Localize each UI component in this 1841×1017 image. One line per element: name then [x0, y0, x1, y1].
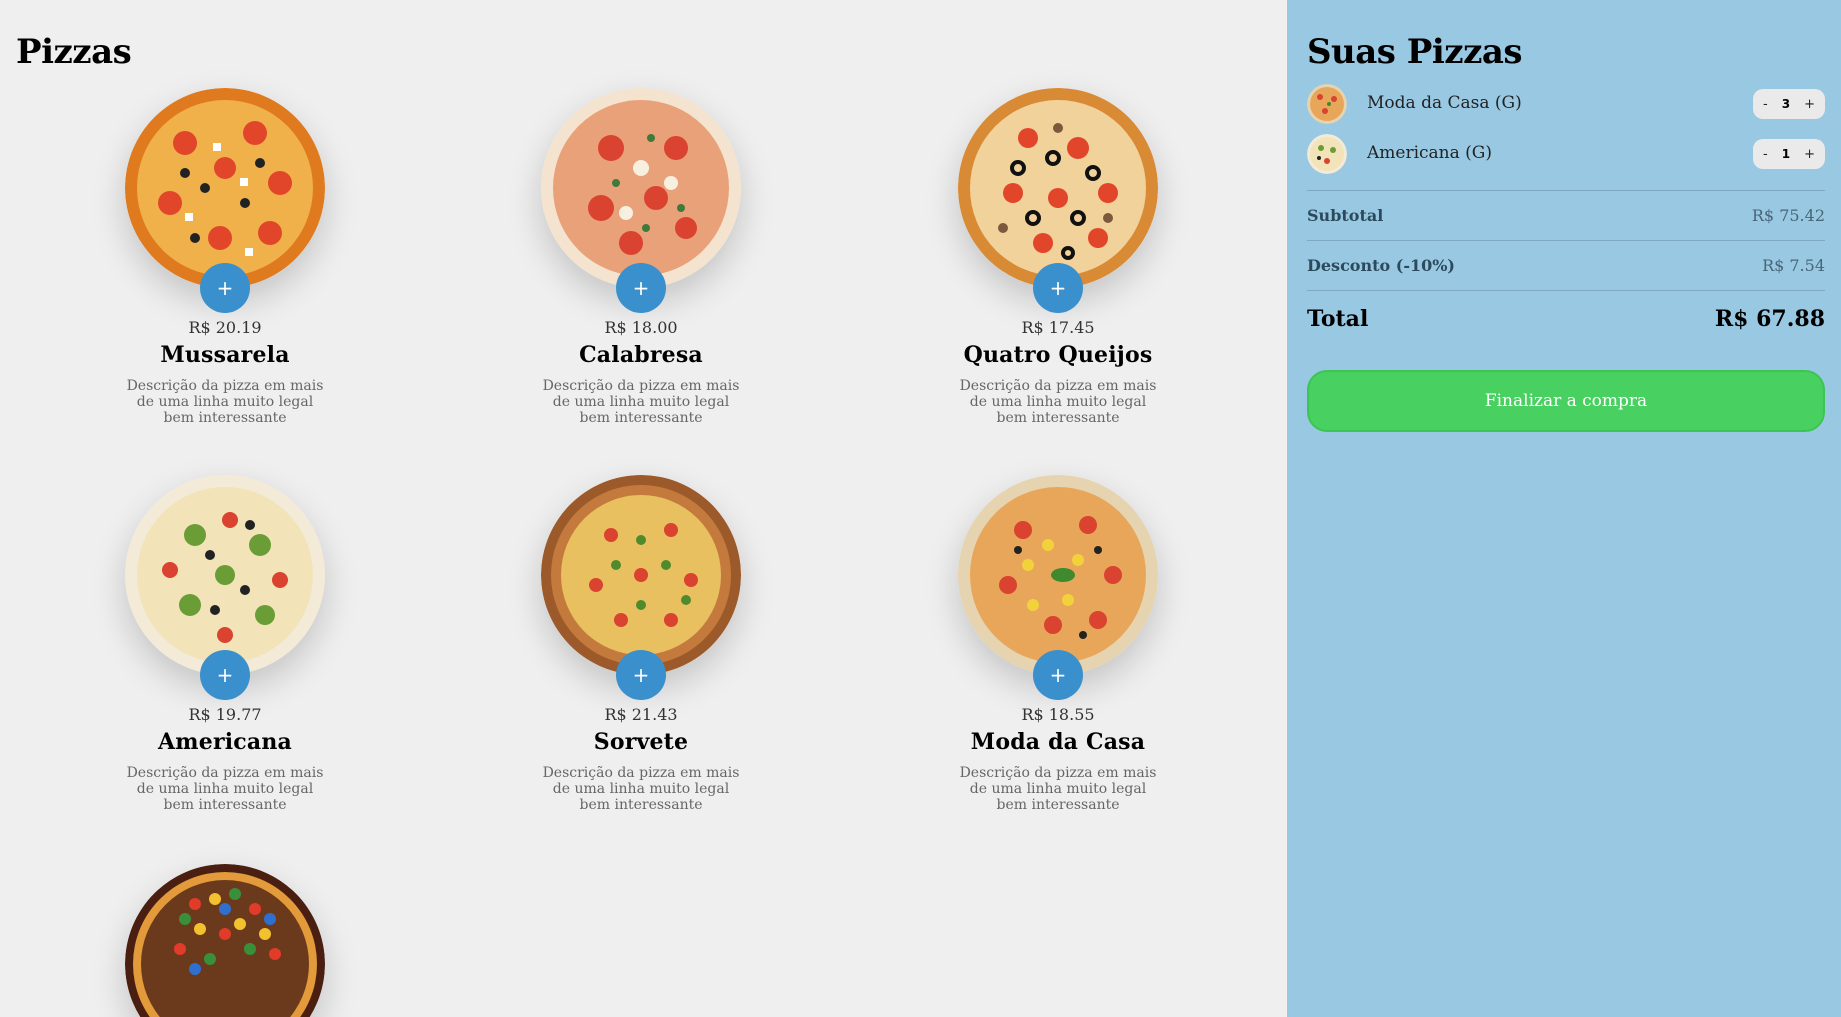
pizza-description: Descrição da pizza em mais de uma linha …	[542, 378, 740, 426]
subtotal-value: R$ 75.42	[1751, 206, 1825, 225]
pizza-name: Calabresa	[579, 342, 703, 368]
pizza-name: Quatro Queijos	[963, 342, 1153, 368]
cart-items: Moda da Casa (G) - 3 + Americana (G) - 1…	[1307, 78, 1825, 178]
pizza-menu: Pizzas + R$ 20.19 Mussarela Descrição da…	[0, 0, 1287, 1017]
pizza-image[interactable]	[958, 475, 1158, 675]
pizza-description: Descrição da pizza em mais de uma linha …	[126, 378, 324, 426]
pizza-image[interactable]	[125, 864, 325, 1017]
cart-item: Americana (G) - 1 +	[1307, 128, 1825, 178]
pizza-image[interactable]	[125, 475, 325, 675]
cart-summary: Subtotal R$ 75.42 Desconto (-10%) R$ 7.5…	[1307, 190, 1825, 346]
add-pizza-button[interactable]: +	[1033, 650, 1083, 700]
pizza-price: R$ 21.43	[604, 705, 678, 724]
decrease-button[interactable]: -	[1763, 147, 1768, 162]
pizza-description: Descrição da pizza em mais de uma linha …	[126, 765, 324, 813]
cart-item-name: Moda da Casa (G)	[1367, 93, 1522, 113]
cart-item-thumbnail	[1307, 134, 1347, 174]
pizza-image[interactable]	[125, 88, 325, 288]
add-pizza-button[interactable]: +	[616, 650, 666, 700]
quantity-value: 1	[1781, 147, 1791, 161]
add-pizza-button[interactable]: +	[616, 263, 666, 313]
pizza-name: Americana	[158, 729, 292, 755]
total-row: Total R$ 67.88	[1307, 290, 1825, 346]
total-value: R$ 67.88	[1714, 305, 1825, 332]
discount-value: R$ 7.54	[1762, 256, 1825, 275]
decrease-button[interactable]: -	[1763, 97, 1768, 112]
total-label: Total	[1307, 305, 1369, 332]
subtotal-row: Subtotal R$ 75.42	[1307, 190, 1825, 240]
add-pizza-button[interactable]: +	[1033, 263, 1083, 313]
pizza-image[interactable]	[541, 88, 741, 288]
discount-label: Desconto (-10%)	[1307, 256, 1455, 275]
add-pizza-button[interactable]: +	[200, 263, 250, 313]
page-title: Pizzas	[16, 32, 132, 72]
subtotal-label: Subtotal	[1307, 206, 1384, 225]
pizza-name: Mussarela	[160, 342, 290, 368]
cart-item: Moda da Casa (G) - 3 +	[1307, 78, 1825, 128]
pizza-name: Sorvete	[593, 729, 689, 755]
pizza-name: Moda da Casa	[970, 729, 1146, 755]
cart-title: Suas Pizzas	[1307, 32, 1523, 72]
pizza-description: Descrição da pizza em mais de uma linha …	[542, 765, 740, 813]
pizza-image[interactable]	[541, 475, 741, 675]
pizza-description: Descrição da pizza em mais de uma linha …	[959, 378, 1157, 426]
discount-row: Desconto (-10%) R$ 7.54	[1307, 240, 1825, 290]
pizza-price: R$ 20.19	[188, 318, 262, 337]
cart-item-name: Americana (G)	[1367, 143, 1493, 163]
pizza-image[interactable]	[958, 88, 1158, 288]
pizza-price: R$ 17.45	[1021, 318, 1095, 337]
pizza-price: R$ 19.77	[188, 705, 262, 724]
checkout-button[interactable]: Finalizar a compra	[1307, 370, 1825, 432]
cart-sidebar: Suas Pizzas Moda da Casa (G) - 3 + Ameri…	[1287, 0, 1841, 1017]
quantity-value: 3	[1781, 97, 1791, 111]
quantity-stepper: - 3 +	[1753, 89, 1825, 119]
quantity-stepper: - 1 +	[1753, 139, 1825, 169]
add-pizza-button[interactable]: +	[200, 650, 250, 700]
pizza-description: Descrição da pizza em mais de uma linha …	[959, 765, 1157, 813]
increase-button[interactable]: +	[1804, 97, 1815, 112]
increase-button[interactable]: +	[1804, 147, 1815, 162]
pizza-price: R$ 18.00	[604, 318, 678, 337]
pizza-price: R$ 18.55	[1021, 705, 1095, 724]
cart-item-thumbnail	[1307, 84, 1347, 124]
